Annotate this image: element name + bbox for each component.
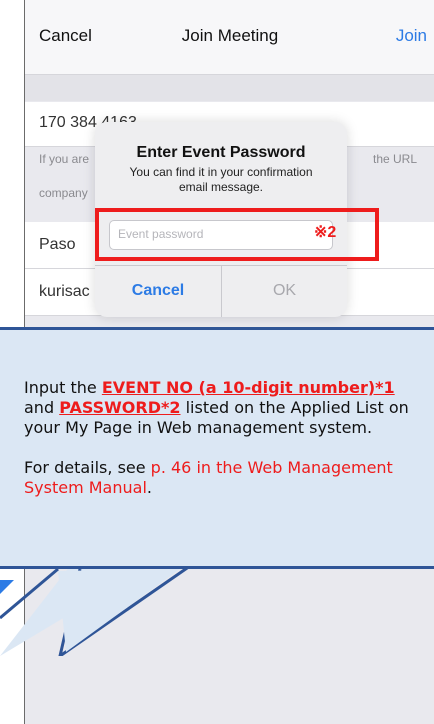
callout-p1-and: and <box>24 398 60 417</box>
section-gap <box>25 75 434 101</box>
name-value: Paso <box>39 236 76 253</box>
callout-p2-intro: For details, see <box>24 458 151 477</box>
join-button[interactable]: Join <box>396 26 427 46</box>
email-value: kurisac <box>39 283 90 300</box>
callout-paragraph-2: For details, see p. 46 in the Web Manage… <box>24 458 419 498</box>
dialog-title: Enter Event Password <box>136 144 306 161</box>
hint-text-line1: If you are <box>39 152 90 166</box>
callout-p1-intro: Input the <box>24 378 102 397</box>
callout-p2-end: . <box>146 478 152 497</box>
hint-text-line1-end: the URL <box>373 152 418 166</box>
callout-pointer <box>0 566 191 656</box>
callout-paragraph-1: Input the EVENT NO (a 10-digit number)*1… <box>24 378 419 438</box>
annotation-mark: ※2 <box>314 224 337 241</box>
hint-text-line2: company <box>39 186 88 200</box>
page-title: Join Meeting <box>181 26 279 45</box>
dialog-message: You can find it in your confirmation ema… <box>129 165 313 194</box>
dialog-cancel-button[interactable]: Cancel <box>95 265 221 317</box>
callout-text: Input the EVENT NO (a 10-digit number)*1… <box>24 378 419 498</box>
dialog-ok-button[interactable]: OK <box>222 265 347 317</box>
password-highlight-box <box>95 208 379 261</box>
password-highlight: PASSWORD*2 <box>59 398 181 417</box>
event-no-highlight: EVENT NO (a 10-digit number)*1 <box>101 378 395 397</box>
navigation-bar: Cancel Join Meeting Join <box>25 0 434 75</box>
instruction-callout: Input the EVENT NO (a 10-digit number)*1… <box>0 327 434 569</box>
